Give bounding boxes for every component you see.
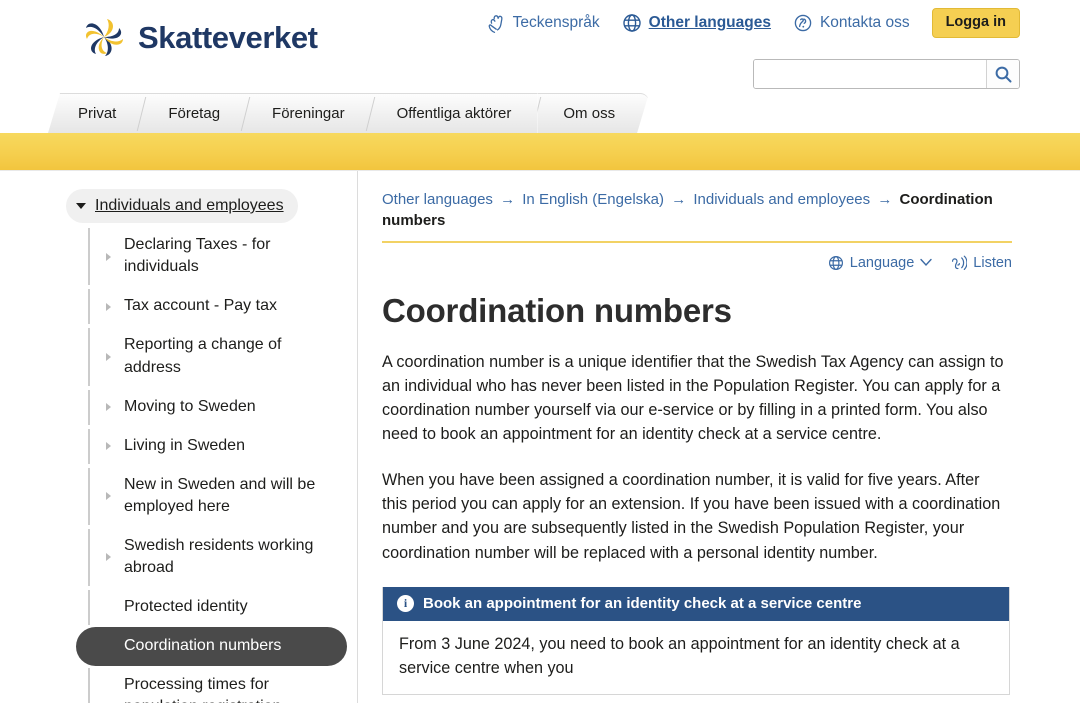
- sidebar-item-residents-working-abroad[interactable]: Swedish residents working abroad: [76, 527, 347, 588]
- sidebar-item-label: New in Sweden and will be employed here: [124, 475, 316, 515]
- breadcrumb-link-other-languages[interactable]: Other languages: [382, 191, 493, 208]
- sidebar-item-declaring-taxes[interactable]: Declaring Taxes - for individuals: [76, 226, 347, 287]
- sidebar-item-label: Swedish residents working abroad: [124, 536, 314, 576]
- sidebar-item-label: Tax account - Pay tax: [124, 297, 277, 315]
- chevron-down-icon: [76, 202, 86, 209]
- util-link-label: Kontakta oss: [819, 14, 910, 31]
- breadcrumb-link-in-english[interactable]: In English (Engelska): [522, 191, 664, 208]
- sign-language-icon: [488, 14, 503, 33]
- intro-paragraph-2: When you have been assigned a coordinati…: [382, 471, 1001, 562]
- sidebar-item-label: Moving to Sweden: [124, 397, 256, 415]
- search-icon: [995, 66, 1011, 82]
- tab-privat[interactable]: Privat: [48, 93, 143, 133]
- utility-navigation: Teckenspråk Other languages Kontakta oss…: [487, 7, 1020, 39]
- language-label: Language: [849, 254, 915, 271]
- main-content: Other languages → In English (Engelska) …: [358, 171, 1080, 703]
- sidebar-item-protected-identity[interactable]: Protected identity: [76, 588, 347, 627]
- breadcrumb-arrow-icon: →: [877, 191, 893, 208]
- chevron-right-icon: [106, 302, 111, 311]
- sidebar-item-individuals-and-employees[interactable]: Individuals and employees: [66, 189, 298, 224]
- sidebar-item-label: Protected identity: [124, 598, 248, 616]
- globe-icon: [828, 255, 843, 270]
- tab-offentliga-aktorer[interactable]: Offentliga aktörer: [370, 93, 538, 133]
- info-box-text: From 3 June 2024, you need to book an ap…: [399, 634, 960, 677]
- search-input[interactable]: [754, 60, 986, 88]
- contact-icon: [794, 14, 812, 31]
- skatteverket-logo-icon: [86, 19, 123, 56]
- listen-label: Listen: [973, 254, 1012, 271]
- util-link-teckensprak[interactable]: Teckenspråk: [487, 13, 600, 34]
- sidebar-item-change-of-address[interactable]: Reporting a change of address: [76, 326, 347, 387]
- info-icon: i: [397, 594, 414, 612]
- breadcrumb-link-individuals[interactable]: Individuals and employees: [693, 191, 870, 208]
- sidebar-navigation: Individuals and employees Declaring Taxe…: [0, 171, 358, 703]
- sidebar-item-coordination-numbers[interactable]: Coordination numbers: [76, 627, 347, 667]
- breadcrumb-arrow-icon: →: [671, 191, 687, 208]
- sidebar-item-label: Coordination numbers: [124, 637, 282, 655]
- tab-om-oss[interactable]: Om oss: [537, 93, 649, 133]
- chevron-down-icon: [920, 258, 932, 267]
- language-selector[interactable]: Language: [828, 255, 933, 271]
- page-tools: Language Listen: [382, 252, 1012, 274]
- breadcrumb-arrow-icon: →: [500, 191, 516, 208]
- chevron-right-icon: [106, 403, 111, 412]
- chevron-right-icon: [106, 353, 111, 361]
- listen-icon: [952, 255, 968, 270]
- search-submit-button[interactable]: [986, 60, 1019, 88]
- sidebar-top-label: Individuals and employees: [95, 197, 284, 214]
- info-box-heading: Book an appointment for an identity chec…: [423, 594, 862, 612]
- util-link-kontakta-oss[interactable]: Kontakta oss: [793, 13, 910, 34]
- sidebar-item-living-in-sweden[interactable]: Living in Sweden: [76, 427, 347, 466]
- login-button[interactable]: Logga in: [931, 7, 1020, 39]
- util-link-label: Other languages: [648, 14, 771, 31]
- intro-paragraph-1: A coordination number is a unique identi…: [382, 352, 1004, 443]
- sidebar-item-processing-times[interactable]: Processing times for population registra…: [76, 666, 347, 703]
- info-box: i Book an appointment for an identity ch…: [382, 586, 1010, 695]
- util-link-other-languages[interactable]: Other languages: [622, 13, 771, 33]
- breadcrumb: Other languages → In English (Engelska) …: [382, 189, 1012, 243]
- sidebar-item-tax-account[interactable]: Tax account - Pay tax: [76, 287, 347, 326]
- sidebar-item-label: Declaring Taxes - for individuals: [124, 236, 271, 276]
- chevron-right-icon: [106, 492, 111, 501]
- sidebar-item-moving-to-sweden[interactable]: Moving to Sweden: [76, 388, 347, 427]
- globe-icon: [622, 14, 641, 32]
- main-navigation-tabs: Privat Företag Föreningar Offentliga akt…: [0, 93, 1080, 133]
- search-box: [753, 59, 1020, 89]
- site-header: Skatteverket Teckenspråk Other languages…: [0, 0, 1080, 93]
- tab-foretag[interactable]: Företag: [142, 93, 247, 133]
- chevron-right-icon: [106, 252, 111, 261]
- listen-button[interactable]: Listen: [950, 255, 1012, 271]
- chevron-right-icon: [106, 442, 111, 451]
- page-body: Individuals and employees Declaring Taxe…: [0, 171, 1080, 703]
- info-box-header: i Book an appointment for an identity ch…: [383, 586, 1009, 621]
- site-logo[interactable]: Skatteverket: [80, 14, 318, 60]
- sidebar-item-label: Processing times for population registra…: [124, 676, 281, 703]
- util-link-label: Teckenspråk: [512, 14, 600, 31]
- sidebar-item-new-in-sweden[interactable]: New in Sweden and will be employed here: [76, 466, 347, 527]
- tab-foreningar[interactable]: Föreningar: [246, 93, 371, 133]
- sidebar-sub-list: Declaring Taxes - for individuals Tax ac…: [0, 226, 357, 703]
- yellow-accent-bar: [0, 133, 1080, 171]
- page-title: Coordination numbers: [382, 291, 732, 329]
- sidebar-item-label: Living in Sweden: [124, 436, 245, 454]
- sidebar-item-label: Reporting a change of address: [124, 336, 282, 376]
- logo-wordmark: Skatteverket: [138, 19, 318, 55]
- chevron-right-icon: [106, 553, 111, 562]
